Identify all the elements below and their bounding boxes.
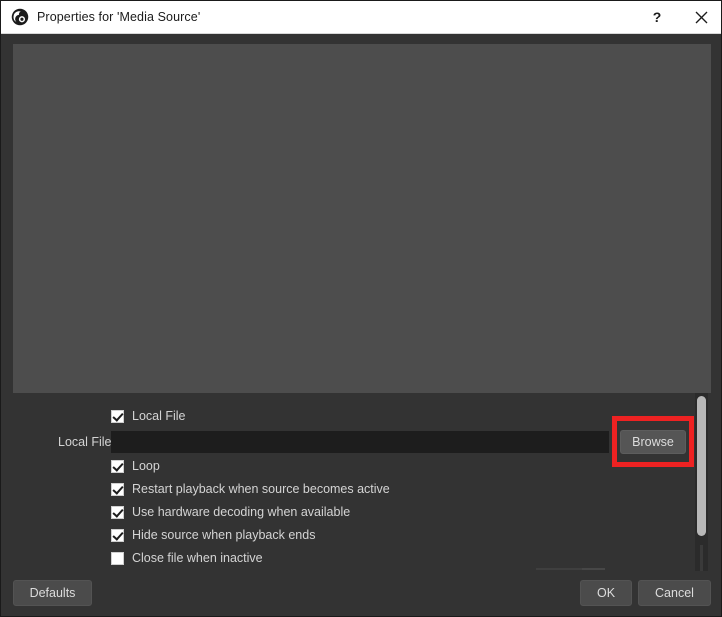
properties-scroll-area[interactable]: Local File Local File Browse Loop Restar…	[1, 399, 721, 571]
checkbox-row-hide-source[interactable]: Hide source when playback ends	[111, 526, 315, 544]
checkbox-row-hardware-decoding[interactable]: Use hardware decoding when available	[111, 503, 350, 521]
cancel-button[interactable]: Cancel	[638, 580, 711, 606]
checkbox-row-local-file[interactable]: Local File	[111, 407, 186, 425]
checkbox-label-local-file: Local File	[132, 408, 186, 423]
checkbox-hardware-decoding[interactable]	[111, 505, 124, 519]
clipped-control-edge	[536, 568, 582, 570]
obs-logo-icon	[11, 8, 29, 26]
checkbox-label-loop: Loop	[132, 458, 160, 473]
clipped-control-edge-secondary	[582, 568, 605, 570]
scrollbar-thumb[interactable]	[697, 396, 706, 536]
properties-scrollbar[interactable]	[695, 393, 708, 573]
checkbox-hide-source[interactable]	[111, 528, 124, 542]
defaults-button[interactable]: Defaults	[13, 580, 92, 606]
checkbox-loop[interactable]	[111, 459, 124, 473]
local-file-label: Local File	[58, 435, 112, 449]
checkbox-row-loop[interactable]: Loop	[111, 457, 160, 475]
checkbox-row-restart-playback[interactable]: Restart playback when source becomes act…	[111, 480, 390, 498]
close-icon	[695, 11, 707, 23]
close-button[interactable]	[679, 1, 721, 33]
help-button[interactable]: ?	[635, 1, 679, 33]
media-source-preview	[13, 44, 711, 393]
checkbox-local-file[interactable]	[111, 409, 124, 423]
properties-content: Local File Local File Browse Loop Restar…	[1, 399, 721, 571]
checkbox-close-file[interactable]	[111, 551, 124, 565]
checkbox-label-hide-source: Hide source when playback ends	[132, 527, 316, 542]
checkbox-label-close-file: Close file when inactive	[132, 550, 263, 565]
ok-button[interactable]: OK	[580, 580, 632, 606]
local-file-field-row: Local File Browse	[1, 429, 721, 455]
title-bar: Properties for 'Media Source' ?	[1, 1, 721, 34]
window-title: Properties for 'Media Source'	[37, 10, 201, 24]
scrollbar-track[interactable]	[700, 545, 703, 571]
checkbox-restart-playback[interactable]	[111, 482, 124, 496]
checkbox-label-hardware-decoding: Use hardware decoding when available	[132, 504, 351, 519]
local-file-input[interactable]	[111, 431, 609, 453]
checkbox-row-close-file[interactable]: Close file when inactive	[111, 549, 263, 567]
browse-button[interactable]: Browse	[620, 430, 686, 454]
checkbox-label-restart-playback: Restart playback when source becomes act…	[132, 481, 390, 496]
properties-dialog: Properties for 'Media Source' ? Local Fi…	[0, 0, 722, 617]
